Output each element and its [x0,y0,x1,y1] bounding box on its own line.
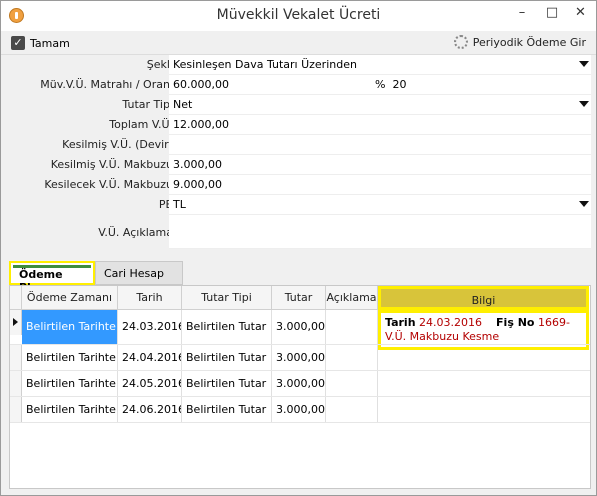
row-selector[interactable] [10,371,22,396]
table-cell[interactable] [326,345,378,370]
form-row-aciklama: V.Ü. Açıklama [9,215,591,249]
table-cell[interactable]: Belirtilen Tutar [182,310,272,344]
sekli-value: Kesinleşen Dava Tutarı Üzerinden [173,58,357,71]
row-selector[interactable] [10,345,22,370]
table-cell[interactable]: Belirtilen Tarihte [22,371,118,396]
table-cell[interactable]: Belirtilen Tutar [182,345,272,370]
bilgi-tarih-label: Tarih [385,316,416,329]
matrah-label: Müv.V.Ü. Matrahı / Oranı [40,78,173,91]
row-selector[interactable] [10,397,22,422]
pb-dropdown[interactable]: TL [169,195,591,215]
kesilmis-makbuz-input[interactable]: 3.000,00 [169,155,591,175]
toplam-input[interactable]: 12.000,00 [169,115,591,135]
kesilmis-devir-input[interactable] [169,135,591,155]
table-cell[interactable]: 24.06.2016 [118,397,182,422]
table-cell[interactable]: 3.000,00 [272,371,326,396]
toolbar: ✓ Tamam Periyodik Ödeme Gir [1,31,596,55]
kesilmis-devir-label: Kesilmiş V.Ü. (Devir) [62,138,173,151]
oran-value: 20 [392,78,407,91]
form-row-pb: PB TL [9,195,591,215]
oran-field[interactable]: % 20 [375,75,406,95]
table-cell[interactable]: Belirtilen Tarihte [22,397,118,422]
chevron-down-icon[interactable] [579,101,589,107]
table-cell[interactable]: Belirtilen Tutar [182,371,272,396]
maximize-button[interactable]: □ [537,2,567,26]
tab-active-indicator [13,265,91,268]
minimize-button[interactable]: – [507,2,537,26]
row-divider [10,422,590,423]
table-cell[interactable] [326,371,378,396]
spinner-icon [453,35,468,49]
tab-cari-hesap[interactable]: Cari Hesap [95,261,183,285]
current-row-arrow-icon [13,318,18,326]
chevron-down-icon[interactable] [579,201,589,207]
kesilecek-makbuz-input[interactable]: 9.000,00 [169,175,591,195]
tutar-tipi-dropdown[interactable]: Net [169,95,591,115]
table-cell[interactable] [326,310,378,344]
table-cell[interactable]: 24.03.2016 [118,310,182,344]
tutar-tipi-label: Tutar Tipi [122,98,173,111]
chevron-down-icon[interactable] [579,61,589,67]
table-cell[interactable]: Belirtilen Tarihte [22,310,118,344]
checkmark-icon: ✓ [11,36,25,50]
tab-odeme-plani[interactable]: Ödeme Planı [9,261,95,294]
table-cell[interactable]: Belirtilen Tutar [182,397,272,422]
bilgi-tarih-value: 24.03.2016 [419,316,483,329]
column-header[interactable]: Açıklama [326,286,378,310]
table-cell[interactable]: Belirtilen Tarihte [22,345,118,370]
aciklama-textarea[interactable] [169,215,591,249]
table-cell[interactable]: 3.000,00 [272,397,326,422]
kesilecek-makbuz-label: Kesilecek V.Ü. Makbuzu [44,178,173,191]
form-row-kesilmis-makbuz: Kesilmiş V.Ü. Makbuzu 3.000,00 [9,155,591,175]
form-row-tutar-tipi: Tutar Tipi Net [9,95,591,115]
tamam-button[interactable]: ✓ Tamam [11,35,70,51]
column-header-bilgi[interactable]: Bilgi [378,286,589,310]
form-row-sekli: Şekli Kesinleşen Dava Tutarı Üzerinden [9,55,591,75]
form-row-kesilecek-makbuz: Kesilecek V.Ü. Makbuzu 9.000,00 [9,175,591,195]
periyodik-label: Periyodik Ödeme Gir [472,35,586,49]
pb-value: TL [173,198,186,211]
aciklama-label: V.Ü. Açıklama [98,226,173,239]
row-selector[interactable] [10,310,22,335]
percent-symbol: % [375,78,386,91]
tab-bar: Ödeme Planı Cari Hesap [9,261,591,294]
column-header[interactable]: Tutar Tipi [182,286,272,310]
table-cell[interactable]: 24.05.2016 [118,371,182,396]
matrah-value: 60.000,00 [173,78,229,91]
form-row-toplam: Toplam V.Ü. 12.000,00 [9,115,591,135]
matrah-input[interactable]: 60.000,00 % 20 [169,75,591,95]
form-panel: Şekli Kesinleşen Dava Tutarı Üzerinden M… [9,55,591,251]
kesilmis-makbuz-label: Kesilmiş V.Ü. Makbuzu [50,158,173,171]
row-selector-header [10,286,22,310]
tamam-label: Tamam [30,36,70,50]
table-cell[interactable]: 3.000,00 [272,310,326,344]
toplam-label: Toplam V.Ü. [109,118,173,131]
title-bar: Müvekkil Vekalet Ücreti – □ ✕ [1,1,596,31]
column-header[interactable]: Tarih [118,286,182,310]
column-header[interactable]: Ödeme Zamanı [22,286,118,310]
table-cell[interactable]: 24.04.2016 [118,345,182,370]
odeme-plani-grid: Ödeme Zamanı Tarih Tutar Tipi Tutar Açık… [9,285,591,489]
tab-cari-hesap-label: Cari Hesap [104,267,164,280]
main-window: Müvekkil Vekalet Ücreti – □ ✕ ✓ Tamam Pe… [0,0,597,496]
periyodik-odeme-button[interactable]: Periyodik Ödeme Gir [453,35,586,49]
form-row-matrah: Müv.V.Ü. Matrahı / Oranı 60.000,00 % 20 [9,75,591,95]
column-header[interactable]: Tutar [272,286,326,310]
close-button[interactable]: ✕ [565,2,596,26]
bilgi-fis-label: Fiş No [496,316,535,329]
form-row-kesilmis-devir: Kesilmiş V.Ü. (Devir) [9,135,591,155]
table-cell[interactable] [326,397,378,422]
table-cell[interactable]: 3.000,00 [272,345,326,370]
sekli-dropdown[interactable]: Kesinleşen Dava Tutarı Üzerinden [169,55,591,75]
tutar-tipi-value: Net [173,98,193,111]
